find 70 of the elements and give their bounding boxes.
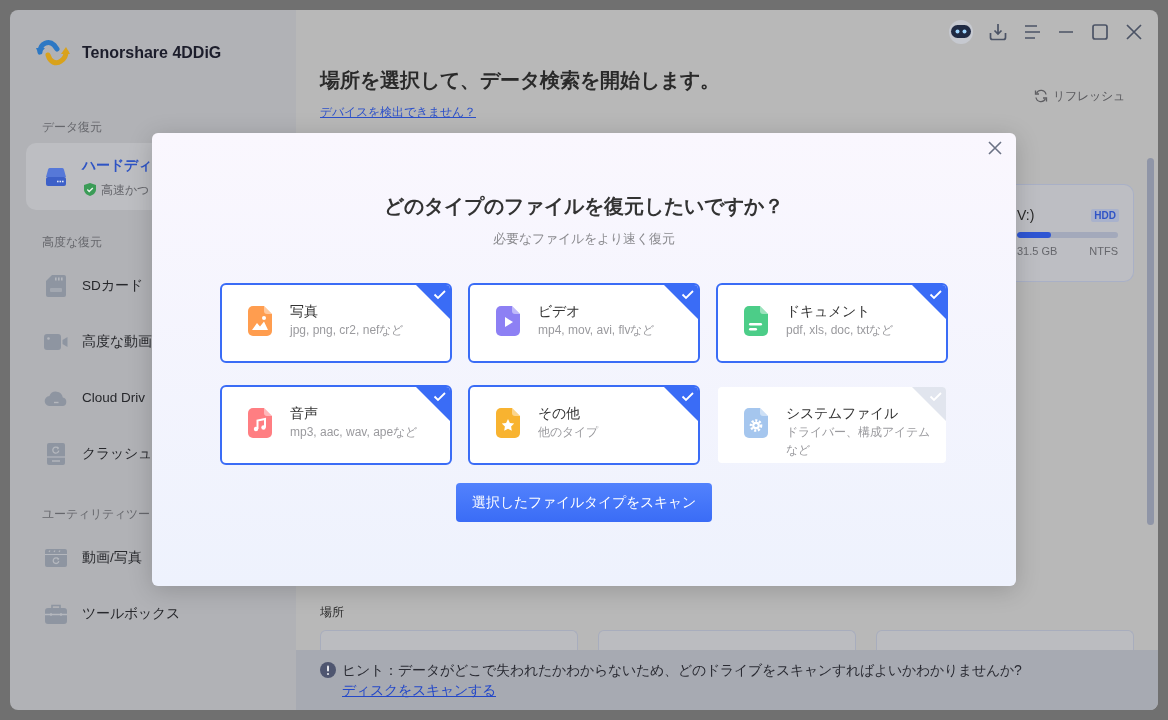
- drive-name: V:): [1017, 207, 1035, 223]
- file-type-card[interactable]: ドキュメント pdf, xls, doc, txtなど: [716, 283, 948, 363]
- close-icon[interactable]: [1124, 22, 1144, 42]
- star-file-icon: [496, 407, 520, 438]
- section-label: 場所: [320, 604, 344, 620]
- check-corner-icon: [416, 285, 450, 319]
- refresh-icon: [1034, 89, 1048, 103]
- sidebar-item[interactable]: 高度な動画: [26, 314, 152, 370]
- file-type-title: ビデオ: [538, 302, 580, 321]
- image-file-icon: [248, 305, 272, 336]
- info-icon: [320, 662, 336, 678]
- drive-type-badge: HDD: [1091, 208, 1119, 222]
- refresh-button[interactable]: リフレッシュ: [1034, 87, 1125, 105]
- toolbox-icon: [44, 602, 68, 626]
- document-file-icon: [744, 305, 768, 336]
- check-corner-icon: [912, 387, 946, 421]
- file-system-text: NTFS: [1089, 244, 1118, 258]
- check-corner-icon: [664, 387, 698, 421]
- file-type-title: 音声: [290, 404, 318, 423]
- file-type-description: mp3, aac, wav, apeなど: [290, 424, 418, 441]
- item-subtitle: 高速かつ: [101, 181, 149, 198]
- close-icon[interactable]: [987, 140, 1003, 156]
- sidebar-item[interactable]: ツールボックス: [26, 586, 180, 642]
- check-corner-icon: [416, 387, 450, 421]
- file-type-description: 他のタイプ: [538, 424, 598, 441]
- check-corner-icon: [664, 285, 698, 319]
- file-type-card[interactable]: ビデオ mp4, mov, avi, flvなど: [468, 283, 700, 363]
- file-type-title: 写真: [290, 302, 318, 321]
- file-type-card[interactable]: その他 他のタイプ: [468, 385, 700, 465]
- dialog-title: どのタイプのファイルを復元したいですか？: [384, 194, 784, 219]
- app-name: Tenorshare 4DDiG: [82, 44, 222, 62]
- menu-icon[interactable]: [1022, 22, 1042, 42]
- file-type-description: pdf, xls, doc, txtなど: [786, 322, 894, 339]
- device-help-link[interactable]: デバイスを検出できません？: [320, 103, 476, 121]
- sidebar-item[interactable]: ハードディ 高速かつ: [26, 143, 152, 210]
- robot-icon[interactable]: [948, 20, 974, 44]
- maximize-icon[interactable]: [1090, 22, 1110, 42]
- file-type-description: jpg, png, cr2, nefなど: [290, 322, 404, 339]
- scan-button[interactable]: 選択したファイルタイプをスキャン: [456, 483, 712, 522]
- film-refresh-icon: [44, 546, 68, 570]
- music-file-icon: [248, 407, 272, 438]
- drive-card[interactable]: V:) HDD 31.5 GB NTFS: [1016, 184, 1134, 282]
- drive-refresh-icon: [44, 442, 68, 466]
- video-file-icon: [496, 305, 520, 336]
- sidebar-item[interactable]: Cloud Driv: [26, 370, 152, 426]
- file-type-title: ドキュメント: [786, 302, 870, 321]
- file-type-title: その他: [538, 404, 580, 423]
- sidebar-item[interactable]: クラッシュ: [26, 426, 152, 482]
- dialog-subtitle: 必要なファイルをより速く復元: [493, 230, 675, 248]
- logo-icon: [36, 38, 70, 68]
- sidebar-item[interactable]: SDカード: [26, 258, 152, 314]
- file-type-title: システムファイル: [786, 404, 898, 423]
- page-title: 場所を選択して、データ検索を開始します。: [320, 68, 720, 93]
- file-type-card[interactable]: 音声 mp3, aac, wav, apeなど: [220, 385, 452, 465]
- shield-check-icon: [84, 183, 96, 196]
- capacity-text: 31.5 GB: [1017, 244, 1058, 258]
- hint-text: ヒント：データがどこで失われたかわからないため、どのドライブをスキャンすればよいかわかりませんか? ディスクをスキャンする: [342, 661, 1023, 700]
- section-label: ユーティリティツー: [42, 506, 150, 522]
- file-type-description: mp4, mov, avi, flvなど: [538, 322, 655, 339]
- sidebar-item[interactable]: 動画/写真: [26, 530, 152, 586]
- download-icon[interactable]: [988, 22, 1008, 42]
- file-type-card[interactable]: システムファイル ドライバー、構成アイテムなど: [716, 385, 948, 465]
- section-label: データ復元: [42, 119, 102, 135]
- check-corner-icon: [912, 285, 946, 319]
- scrollbar[interactable]: [1147, 158, 1154, 525]
- sd-card-icon: [44, 274, 68, 298]
- file-type-description: ドライバー、構成アイテムなど: [786, 424, 931, 459]
- file-type-card[interactable]: 写真 jpg, png, cr2, nefなど: [220, 283, 452, 363]
- gear-file-icon: [744, 407, 768, 438]
- section-label: 高度な復元: [42, 234, 102, 250]
